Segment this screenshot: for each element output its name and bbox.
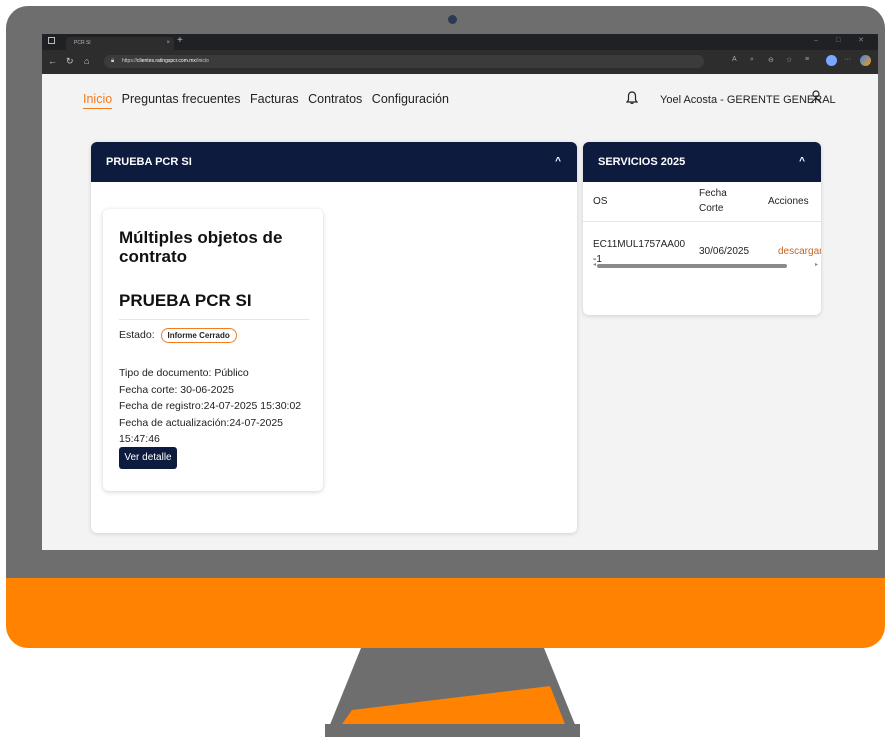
estado-row: Estado: Informe Cerrado <box>119 328 237 343</box>
contract-title: Múltiples objetos de contrato <box>119 228 283 266</box>
contract-info: Tipo de documento: Público Fecha corte: … <box>119 365 323 448</box>
window-icon[interactable] <box>48 37 55 44</box>
contract-card: Múltiples objetos de contrato PRUEBA PCR… <box>103 209 323 491</box>
back-icon[interactable]: ← <box>48 56 57 66</box>
url-host: clientes.ratingspcr.com.mx <box>137 58 196 64</box>
screen: PCR SI × + ‒ □ ✕ ← ↻ ⌂ 🔒︎ https://client… <box>42 34 878 550</box>
favorite-icon[interactable]: ☆ <box>786 56 792 64</box>
chevron-up-icon[interactable]: ^ <box>799 142 805 182</box>
table-cell-fecha: 30/06/2025 <box>699 246 750 257</box>
lock-icon: 🔒︎ <box>111 58 115 64</box>
browser-tabbar: PCR SI × + ‒ □ ✕ <box>42 34 878 50</box>
nav-item-facturas[interactable]: Facturas <box>250 92 299 106</box>
ver-detalle-button[interactable]: Ver detalle <box>119 447 177 469</box>
descargar-link[interactable]: descargar( <box>778 244 821 259</box>
services-panel-title: SERVICIOS 2025 <box>598 156 686 168</box>
fecha-actualizacion: Fecha de actualización:24-07-2025 15:47:… <box>119 416 284 446</box>
browser-tab[interactable]: PCR SI × <box>66 37 174 50</box>
contract-panel-header[interactable]: PRUEBA PCR SI ^ <box>91 142 577 182</box>
scroll-right-icon[interactable]: ▸ <box>815 261 818 268</box>
contract-panel: PRUEBA PCR SI ^ Múltiples objetos de con… <box>91 142 577 533</box>
scrollbar-thumb[interactable] <box>597 264 787 268</box>
column-header-os: OS <box>593 196 608 207</box>
url-field[interactable]: 🔒︎ https://clientes.ratingspcr.com.mx/in… <box>104 55 704 68</box>
home-icon[interactable]: ⌂ <box>84 56 89 66</box>
chevron-up-icon[interactable]: ^ <box>555 142 561 182</box>
divider <box>119 319 309 320</box>
status-badge: Informe Cerrado <box>160 328 237 343</box>
contract-name: PRUEBA PCR SI <box>119 291 252 310</box>
contract-panel-title: PRUEBA PCR SI <box>106 156 192 168</box>
zoom-icon[interactable]: ⌕ <box>750 56 754 64</box>
monitor-chin <box>6 578 885 648</box>
bell-icon[interactable] <box>625 91 639 108</box>
extension-icon[interactable]: ⊖ <box>768 56 774 64</box>
nav-item-preguntas[interactable]: Preguntas frecuentes <box>122 92 241 106</box>
estado-label: Estado: <box>119 329 155 341</box>
url-path: /inicio <box>195 58 209 64</box>
scroll-left-icon[interactable]: ◂ <box>593 261 596 268</box>
refresh-icon[interactable]: ↻ <box>66 56 74 67</box>
profile-avatar[interactable] <box>826 55 837 66</box>
camera-dot <box>448 15 457 24</box>
top-navigation: Inicio Preguntas frecuentes Facturas Con… <box>83 92 455 109</box>
services-panel-header[interactable]: SERVICIOS 2025 ^ <box>583 142 821 182</box>
table-divider <box>583 221 821 222</box>
fecha-corte: Fecha corte: 30-06-2025 <box>119 383 234 396</box>
read-aloud-icon[interactable]: A <box>732 56 737 63</box>
tipo-documento: Tipo de documento: Público <box>119 367 249 379</box>
user-icon[interactable] <box>810 90 822 109</box>
nav-item-contratos[interactable]: Contratos <box>308 92 362 106</box>
nav-item-configuracion[interactable]: Configuración <box>372 92 449 106</box>
horizontal-scrollbar[interactable]: ◂ ▸ <box>593 261 818 268</box>
new-tab-icon[interactable]: + <box>177 35 183 46</box>
tab-close-icon[interactable]: × <box>166 37 170 50</box>
services-panel: SERVICIOS 2025 ^ OS Fecha Corte Acciones… <box>583 142 821 315</box>
page-content: Inicio Preguntas frecuentes Facturas Con… <box>42 74 878 550</box>
table-cell-os: EC11MUL1757AA00-1 <box>593 239 686 265</box>
copilot-icon[interactable] <box>860 55 871 66</box>
nav-item-inicio[interactable]: Inicio <box>83 92 113 109</box>
url-prefix: https:// <box>122 58 138 64</box>
more-icon[interactable]: ··· <box>844 56 851 63</box>
column-header-fecha-corte: Fecha Corte <box>699 188 727 214</box>
collections-icon[interactable]: ≡ <box>805 56 809 63</box>
column-header-acciones: Acciones <box>768 196 809 207</box>
fecha-registro: Fecha de registro:24-07-2025 15:30:02 <box>119 400 302 412</box>
tab-title: PCR SI <box>74 40 91 46</box>
window-controls[interactable]: ‒ □ ✕ <box>814 36 872 44</box>
browser-addressbar: ← ↻ ⌂ 🔒︎ https://clientes.ratingspcr.com… <box>42 50 878 74</box>
monitor-stand <box>325 648 580 737</box>
